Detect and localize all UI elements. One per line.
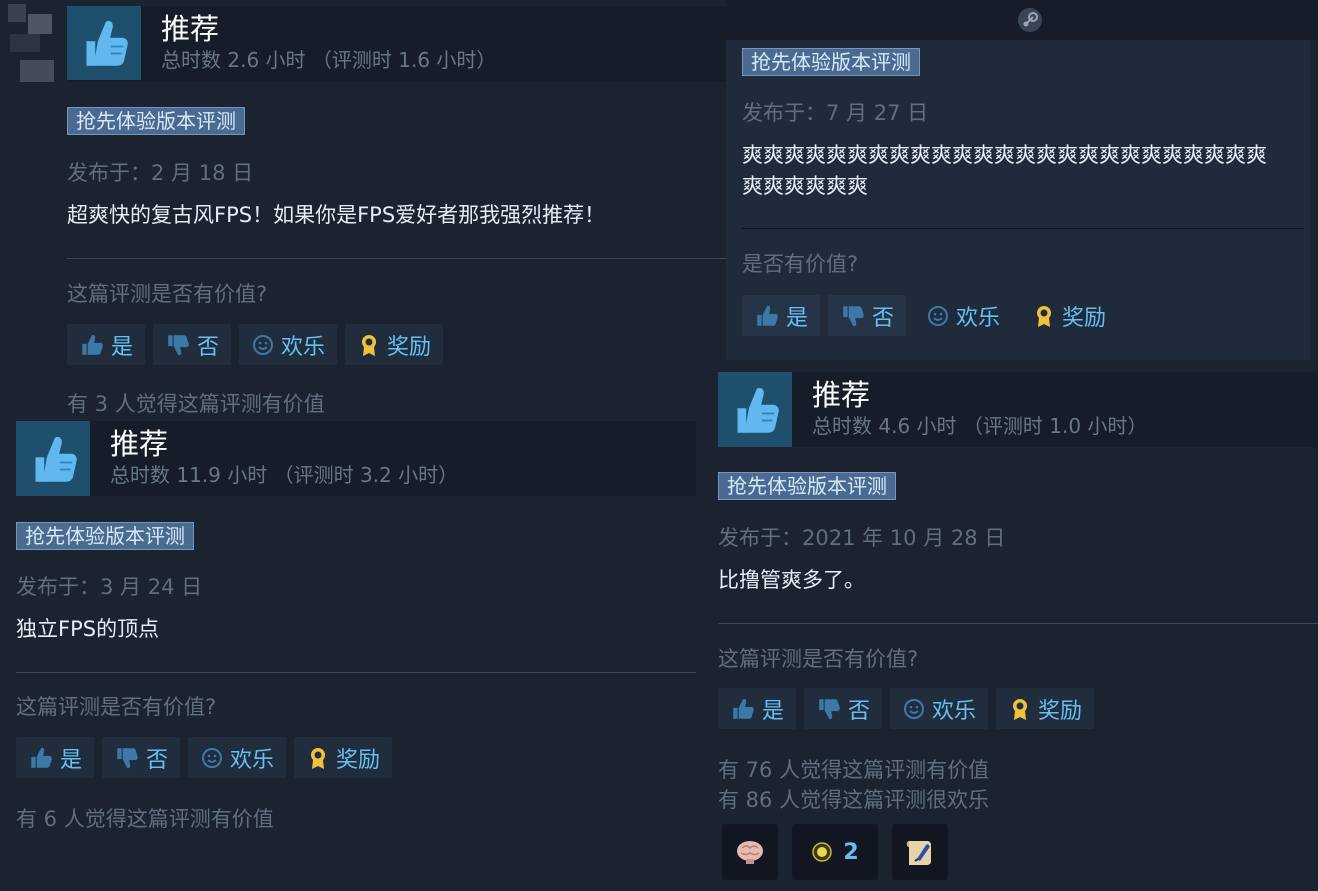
playtime-hours: 总时数 11.9 小时 （评测时 3.2 小时）	[110, 463, 459, 487]
vote-no-button[interactable]: 否	[828, 295, 907, 336]
brain-award-icon[interactable]	[722, 824, 778, 880]
thumbs-down-icon	[114, 745, 140, 771]
review-text: 独立FPS的顶点	[16, 617, 160, 641]
smile-icon	[200, 746, 224, 770]
vote-buttons: 是 否 欢乐 奖励	[718, 688, 1095, 729]
vote-yes-label: 是	[762, 698, 785, 724]
review-header: 推荐 总时数 4.6 小时 （评测时 1.0 小时）	[718, 372, 1318, 447]
early-access-badge: 抢先体验版本评测	[742, 48, 920, 76]
vote-yes-label: 是	[60, 747, 83, 773]
recommended-thumb-icon	[718, 372, 792, 447]
award-button[interactable]: 奖励	[294, 737, 393, 778]
early-access-badge: 抢先体验版本评测	[67, 107, 245, 135]
thumbs-up-icon	[730, 696, 756, 722]
playtime-hours: 总时数 4.6 小时 （评测时 1.0 小时）	[812, 414, 1148, 438]
award-icon	[357, 332, 381, 358]
review-card-a: 推荐 总时数 2.6 小时 （评测时 1.6 小时） 抢先体验版本评测 发布于：…	[0, 0, 827, 416]
smile-icon	[926, 304, 950, 328]
review-text: 爽爽爽爽爽爽爽爽爽爽爽爽爽爽爽爽爽爽爽爽爽爽爽爽爽爽爽爽爽爽爽	[742, 143, 1267, 198]
scroll-award-icon[interactable]	[892, 824, 948, 880]
vote-funny-button[interactable]: 欢乐	[890, 688, 989, 729]
vote-funny-label: 欢乐	[932, 698, 977, 724]
coin-award[interactable]: 2	[792, 824, 878, 880]
vote-yes-button[interactable]: 是	[16, 737, 95, 778]
steam-logo-icon	[1018, 8, 1042, 32]
recommended-thumb-icon	[16, 421, 90, 496]
vote-buttons: 是 否 欢乐 奖励	[67, 324, 444, 365]
divider	[67, 258, 727, 259]
divider	[16, 672, 696, 673]
helpful-count: 有 76 人觉得这篇评测有价值	[718, 758, 990, 782]
coin-award-icon	[812, 842, 833, 862]
smile-icon	[251, 333, 275, 357]
review-header-strip	[726, 0, 1318, 40]
award-icon	[1008, 696, 1032, 722]
posted-date: 发布于：2021 年 10 月 28 日	[718, 526, 1006, 550]
vote-funny-label: 欢乐	[281, 334, 326, 360]
vote-funny-button[interactable]: 欢乐	[239, 324, 338, 365]
helpful-question: 是否有价值?	[742, 252, 859, 276]
helpful-count: 有 6 人觉得这篇评测有价值	[16, 807, 274, 831]
vote-funny-label: 欢乐	[230, 747, 275, 773]
thumbs-up-icon	[79, 332, 105, 358]
thumbs-down-icon	[840, 303, 866, 329]
vote-no-button[interactable]: 否	[804, 688, 883, 729]
review-card-d: 推荐 总时数 4.6 小时 （评测时 1.0 小时） 抢先体验版本评测 发布于：…	[700, 360, 1318, 891]
award-icon	[306, 745, 330, 771]
award-label: 奖励	[387, 334, 432, 360]
divider	[742, 228, 1304, 229]
award-label: 奖励	[1062, 305, 1107, 331]
posted-date: 发布于：3 月 24 日	[16, 575, 203, 599]
vote-buttons: 是 否 欢乐 奖励	[16, 737, 393, 778]
vote-funny-button[interactable]: 欢乐	[188, 737, 287, 778]
review-header: 推荐 总时数 2.6 小时 （评测时 1.6 小时）	[67, 6, 827, 82]
review-card-b: 抢先体验版本评测 发布于：7 月 27 日 爽爽爽爽爽爽爽爽爽爽爽爽爽爽爽爽爽爽…	[726, 0, 1318, 360]
vote-yes-label: 是	[786, 305, 809, 331]
vote-funny-label: 欢乐	[956, 305, 1001, 331]
smile-icon	[902, 697, 926, 721]
vote-no-label: 否	[872, 305, 895, 331]
review-header: 推荐 总时数 11.9 小时 （评测时 3.2 小时）	[16, 421, 696, 496]
early-access-badge: 抢先体验版本评测	[718, 472, 896, 500]
recommended-thumb-icon	[67, 6, 141, 80]
award-icon	[1032, 303, 1056, 329]
posted-date: 发布于：7 月 27 日	[742, 101, 929, 125]
vote-no-label: 否	[197, 334, 220, 360]
thumbs-down-icon	[165, 332, 191, 358]
award-count: 2	[843, 839, 859, 865]
helpful-question: 这篇评测是否有价值?	[718, 647, 919, 671]
review-text: 比撸管爽多了。	[718, 568, 865, 592]
review-text: 超爽快的复古风FPS！如果你是FPS爱好者那我强烈推荐！	[67, 203, 606, 227]
funny-count: 有 86 人觉得这篇评测很欢乐	[718, 788, 990, 812]
vote-funny-button[interactable]: 欢乐	[914, 295, 1012, 336]
playtime-hours: 总时数 2.6 小时 （评测时 1.6 小时）	[161, 48, 497, 72]
award-label: 奖励	[336, 747, 381, 773]
recommendation-title: 推荐	[161, 12, 220, 46]
review-card-c: 推荐 总时数 11.9 小时 （评测时 3.2 小时） 抢先体验版本评测 发布于…	[0, 415, 700, 891]
vote-yes-button[interactable]: 是	[67, 324, 146, 365]
vote-no-button[interactable]: 否	[153, 324, 232, 365]
thumbs-down-icon	[816, 696, 842, 722]
vote-no-label: 否	[848, 698, 871, 724]
posted-date: 发布于：2 月 18 日	[67, 161, 254, 185]
recommendation-title: 推荐	[812, 378, 871, 412]
helpful-question: 这篇评测是否有价值?	[67, 282, 268, 306]
vote-yes-button[interactable]: 是	[742, 295, 821, 336]
helpful-question: 这篇评测是否有价值?	[16, 695, 217, 719]
vote-yes-button[interactable]: 是	[718, 688, 797, 729]
thumbs-up-icon	[28, 745, 54, 771]
vote-yes-label: 是	[111, 334, 134, 360]
award-label: 奖励	[1038, 698, 1083, 724]
recommendation-title: 推荐	[110, 427, 169, 461]
award-button[interactable]: 奖励	[345, 324, 444, 365]
award-button[interactable]: 奖励	[996, 688, 1095, 729]
vote-no-button[interactable]: 否	[102, 737, 181, 778]
early-access-badge: 抢先体验版本评测	[16, 522, 194, 550]
divider	[718, 623, 1318, 624]
award-button[interactable]: 奖励	[1020, 295, 1118, 336]
thumbs-up-icon	[754, 303, 780, 329]
vote-no-label: 否	[146, 747, 169, 773]
vote-buttons: 是 否 欢乐 奖励	[742, 295, 1118, 336]
